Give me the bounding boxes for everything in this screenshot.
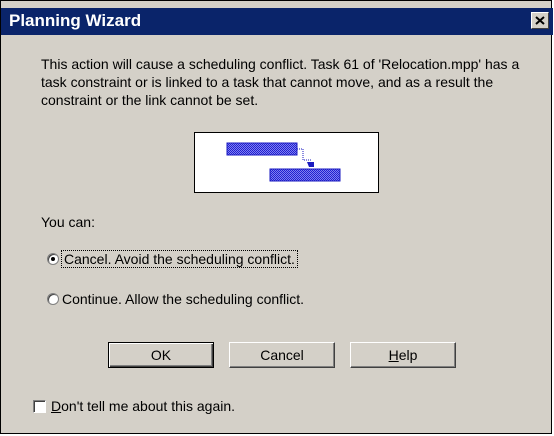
dont-tell-again-checkbox[interactable]: Don't tell me about this again.: [33, 398, 235, 414]
options-prompt: You can:: [41, 214, 95, 230]
title-bar[interactable]: Planning Wizard: [1, 8, 553, 35]
help-label-rest: elp: [398, 347, 418, 363]
cancel-option-radio[interactable]: Cancel. Avoid the scheduling conflict.: [47, 250, 298, 268]
help-button[interactable]: Help: [350, 342, 456, 368]
radio-button-unselected[interactable]: [47, 293, 59, 305]
gantt-diagram-icon: [226, 142, 341, 182]
help-mnemonic: H: [388, 347, 399, 363]
predecessor-bar: [226, 142, 298, 156]
dialog-title: Planning Wizard: [9, 11, 142, 30]
ok-button-label: OK: [150, 347, 172, 363]
cancel-button[interactable]: Cancel: [229, 342, 335, 368]
link-arrowhead: [307, 162, 314, 167]
checkbox-label-rest: on't tell me about this again.: [61, 398, 236, 414]
cancel-button-label: Cancel: [260, 347, 304, 363]
continue-option-label[interactable]: Continue. Allow the scheduling conflict.: [62, 291, 304, 307]
checkbox-box[interactable]: [33, 399, 46, 413]
continue-option-radio[interactable]: Continue. Allow the scheduling conflict.: [47, 291, 304, 307]
successor-bar: [269, 168, 341, 182]
cancel-option-label[interactable]: Cancel. Avoid the scheduling conflict.: [61, 250, 298, 268]
help-button-label: Help: [389, 347, 418, 363]
link-line: [297, 148, 311, 161]
checkbox-mnemonic: D: [51, 398, 62, 414]
close-button[interactable]: [531, 12, 549, 29]
radio-button-selected[interactable]: [47, 253, 59, 265]
planning-wizard-dialog: Planning Wizard This action will cause a…: [0, 0, 553, 434]
conflict-message: This action will cause a scheduling conf…: [41, 56, 520, 108]
close-icon: [535, 16, 545, 25]
dont-tell-again-label[interactable]: Don't tell me about this again.: [51, 398, 235, 414]
ok-button[interactable]: OK: [108, 342, 214, 368]
gantt-link-conflict-diagram: [194, 132, 379, 193]
